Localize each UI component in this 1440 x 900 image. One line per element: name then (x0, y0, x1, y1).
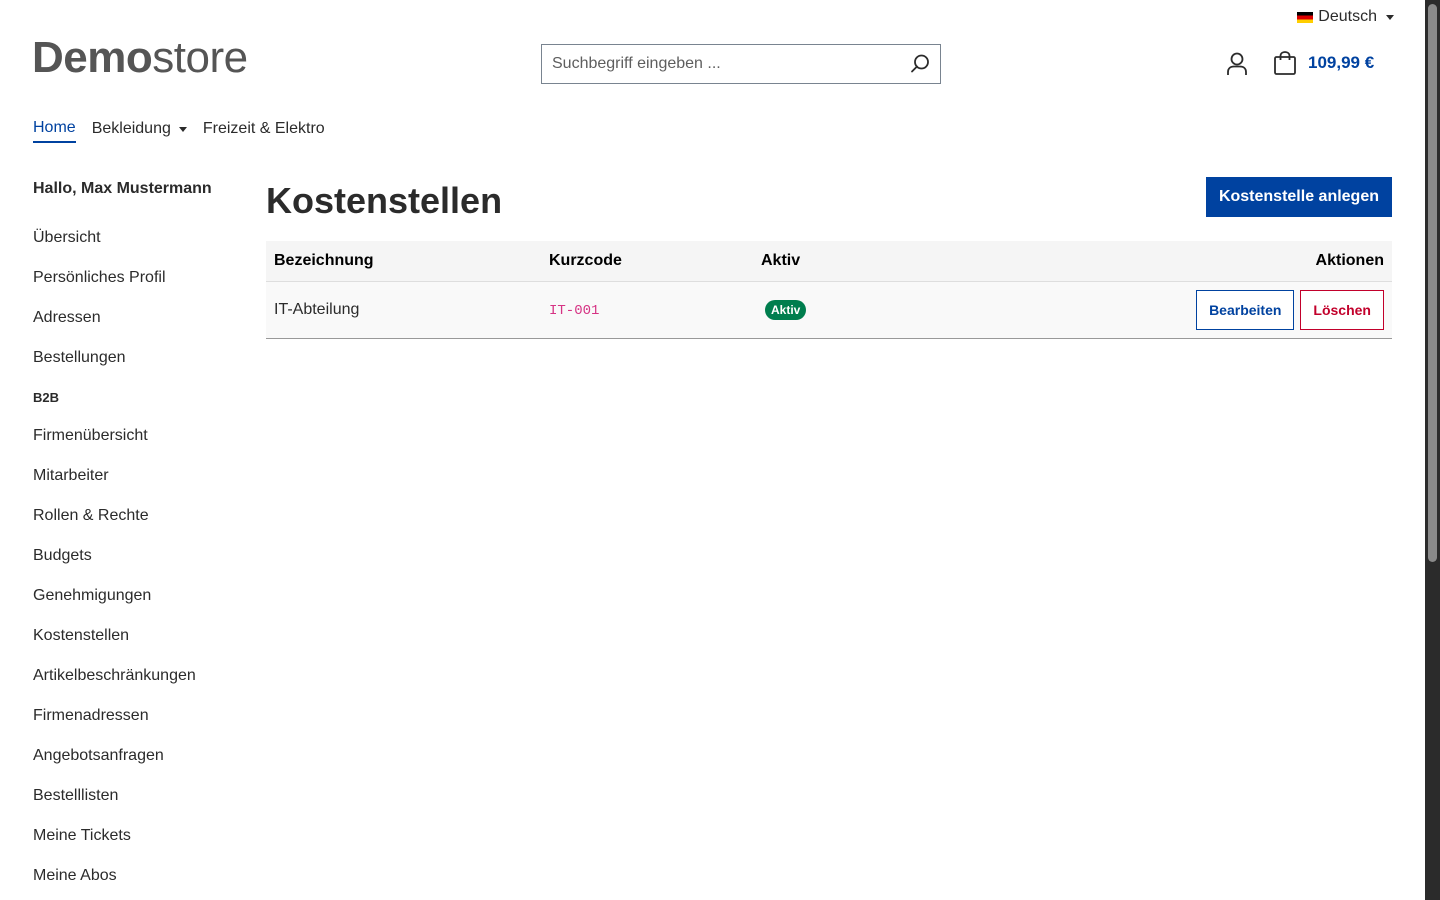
cart-total: 109,99 € (1308, 53, 1375, 72)
nav-item-freizeit-elektro[interactable]: Freizeit & Elektro (203, 119, 325, 143)
nav-item-label: Freizeit & Elektro (202, 120, 325, 137)
scrollbar-thumb[interactable] (1428, 4, 1437, 562)
sidebar-section-b2b: B2B (33, 390, 60, 405)
column-header-aktiv: Aktiv (753, 241, 953, 282)
nav-item-bekleidung[interactable]: Bekleidung (92, 119, 187, 143)
sidebar-item-profil[interactable]: Persönliches Profil (33, 268, 243, 308)
sidebar-item-angebotsanfragen[interactable]: Angebotsanfragen (33, 746, 243, 786)
table-header-row: Bezeichnung Kurzcode Aktiv Aktionen (266, 241, 1392, 282)
sidebar-item-genehmigungen[interactable]: Genehmigungen (33, 586, 243, 626)
search-bar (541, 44, 941, 84)
nav-item-label: Bekleidung (91, 120, 171, 137)
sidebar-item-uebersicht[interactable]: Übersicht (33, 228, 243, 268)
sidebar-item-bestellungen[interactable]: Bestellungen (33, 348, 243, 388)
account-button[interactable] (1224, 51, 1250, 77)
column-header-aktionen: Aktionen (953, 241, 1392, 282)
table-row: IT-Abteilung IT-001 Aktiv Bearbeiten Lösc… (266, 281, 1392, 339)
main-navigation: Home Bekleidung Freizeit & Elektro (33, 119, 325, 143)
chevron-down-icon (1386, 14, 1394, 20)
search-icon (911, 54, 929, 73)
cost-center-table: Bezeichnung Kurzcode Aktiv Aktionen IT-A… (266, 241, 1392, 339)
cell-actions: Bearbeiten Löschen (953, 281, 1392, 339)
status-badge: Aktiv (765, 299, 807, 320)
chevron-down-icon (178, 126, 187, 132)
sidebar-item-abos[interactable]: Meine Abos (33, 866, 243, 900)
delete-button[interactable]: Löschen (1300, 289, 1384, 330)
nav-item-home[interactable]: Home (33, 119, 76, 143)
logo-light: store (152, 33, 248, 82)
account-sidebar: Hallo, Max Mustermann Übersicht Persönli… (33, 180, 243, 900)
user-icon (1227, 52, 1247, 75)
sidebar-item-kostenstellen[interactable]: Kostenstellen (33, 626, 243, 666)
main-content: Kostenstellen Kostenstelle anlegen Bezei… (266, 176, 1392, 339)
shopping-bag-icon (1274, 51, 1296, 75)
sidebar-item-budgets[interactable]: Budgets (33, 546, 243, 586)
sidebar-item-adressen[interactable]: Adressen (33, 308, 243, 348)
sidebar-item-bestelllisten[interactable]: Bestelllisten (33, 786, 243, 826)
sidebar-item-artikelbeschraenkungen[interactable]: Artikelbeschränkungen (33, 666, 243, 706)
logo-bold: Demo (32, 33, 153, 82)
column-header-kurzcode: Kurzcode (541, 241, 753, 282)
cell-status: Aktiv (753, 281, 953, 339)
sidebar-item-rollen-rechte[interactable]: Rollen & Rechte (33, 506, 243, 546)
greeting: Hallo, Max Mustermann (33, 180, 212, 197)
sidebar-item-mitarbeiter[interactable]: Mitarbeiter (33, 466, 243, 506)
cell-code: IT-001 (541, 281, 753, 339)
sidebar-menu: Übersicht Persönliches Profil Adressen B… (33, 228, 243, 900)
create-cost-center-button[interactable]: Kostenstelle anlegen (1205, 177, 1392, 217)
cell-name: IT-Abteilung (266, 281, 541, 339)
sidebar-item-firmenadressen[interactable]: Firmenadressen (33, 706, 243, 746)
column-header-bezeichnung: Bezeichnung (266, 241, 541, 282)
search-button[interactable] (900, 45, 940, 83)
search-input[interactable] (542, 45, 900, 83)
cost-center-code: IT-001 (549, 302, 600, 319)
language-selector[interactable]: Deutsch (1297, 8, 1394, 26)
sidebar-item-tickets[interactable]: Meine Tickets (33, 826, 243, 866)
sidebar-item-firmenuebersicht[interactable]: Firmenübersicht (33, 426, 243, 466)
page-scrollbar[interactable] (1425, 0, 1440, 900)
cart-button[interactable]: 109,99 € (1272, 50, 1374, 76)
language-label: Deutsch (1318, 8, 1377, 25)
edit-button[interactable]: Bearbeiten (1196, 289, 1295, 330)
nav-item-label: Home (33, 119, 76, 136)
store-logo[interactable]: Demostore (32, 36, 248, 80)
german-flag-icon (1297, 11, 1314, 23)
